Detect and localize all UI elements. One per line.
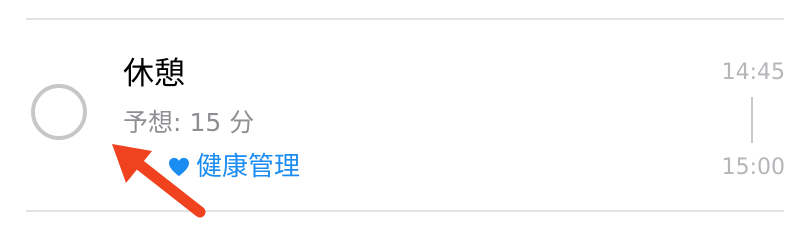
estimate-value: 15 分 xyxy=(189,108,255,137)
category-label: 健康管理 xyxy=(196,152,301,182)
task-category-tag[interactable]: 健康管理 xyxy=(168,152,300,182)
estimate-label: 予想: xyxy=(123,108,182,137)
heart-icon xyxy=(169,157,189,177)
bottom-divider xyxy=(26,210,784,212)
end-time: 15:00 xyxy=(721,155,785,180)
start-time: 14:45 xyxy=(721,60,785,85)
task-estimate: 予想: 15 分 xyxy=(123,108,254,138)
task-title: 休憩 xyxy=(123,56,185,92)
task-row[interactable]: 休憩 予想: 15 分 健康管理 14:45 15:00 xyxy=(0,20,810,210)
time-range-connector xyxy=(751,97,753,143)
complete-task-checkbox[interactable] xyxy=(31,84,87,140)
